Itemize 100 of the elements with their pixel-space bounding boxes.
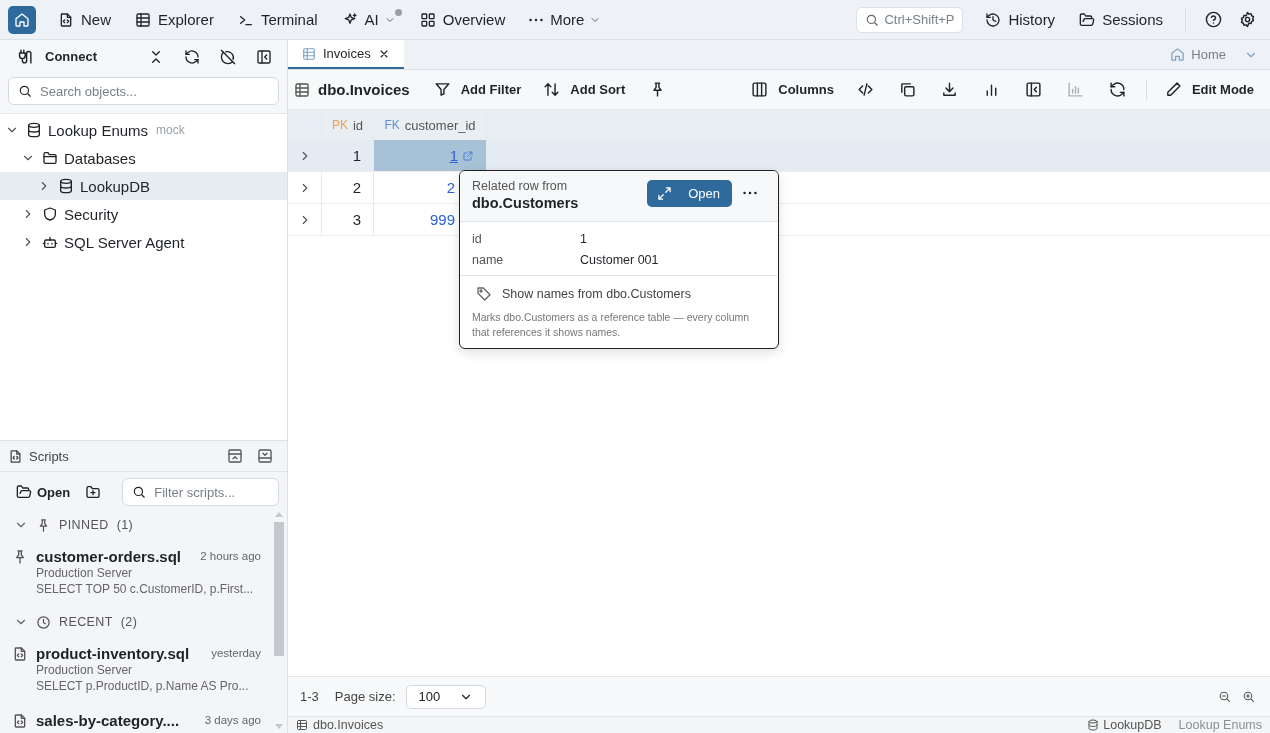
- table-title: dbo.Invoices: [318, 81, 410, 98]
- settings-icon: [1238, 11, 1256, 28]
- file-code-icon: [12, 646, 28, 662]
- search-box[interactable]: Search objects...: [8, 77, 279, 105]
- database-icon: [1087, 719, 1100, 731]
- folder-icon: [1079, 11, 1096, 28]
- side-panel-icon: [1025, 81, 1043, 98]
- workspace-menu[interactable]: Home: [1158, 40, 1270, 69]
- tree-item[interactable]: Lookup Enums mock: [0, 116, 287, 144]
- tree-item[interactable]: Security: [0, 200, 287, 228]
- script-name: sales-by-category....: [36, 712, 181, 729]
- status-table: dbo.Invoices: [313, 718, 384, 732]
- table-cell: 3: [322, 204, 374, 235]
- refresh-icon: [1109, 81, 1127, 98]
- toolbar-button[interactable]: Add Filter: [425, 74, 530, 105]
- database-icon: [26, 122, 42, 138]
- copy-icon: [899, 81, 917, 98]
- tree-label: Lookup Enums: [48, 121, 149, 139]
- show-names-button[interactable]: Show names from dbo.Customers: [476, 285, 691, 303]
- nav-button[interactable]: More: [519, 5, 612, 34]
- filter-icon: [433, 81, 451, 98]
- zoom-in-icon: [1241, 690, 1255, 703]
- tree-label: LookupDB: [80, 177, 151, 195]
- folder-plus-icon: [85, 484, 102, 500]
- robot-icon: [42, 234, 58, 250]
- download-icon: [941, 81, 959, 98]
- nav-button[interactable]: History: [975, 5, 1066, 34]
- table-icon: [302, 46, 316, 61]
- side-panel-icon: [256, 48, 272, 65]
- nav-button[interactable]: Overview: [409, 5, 516, 34]
- script-name: product-inventory.sql: [36, 645, 191, 662]
- shield-icon: [42, 206, 58, 222]
- popover-caption: Related row from: [472, 179, 569, 193]
- search-icon: [865, 12, 880, 27]
- code-icon: [857, 81, 875, 98]
- nav-button[interactable]: AI: [331, 5, 406, 34]
- edit-mode-button[interactable]: Edit Mode: [1156, 74, 1262, 105]
- database-icon: [58, 178, 74, 194]
- nav-button[interactable]: New: [48, 5, 121, 34]
- help-icon: [1204, 11, 1222, 28]
- command-search-field[interactable]: Ctrl+Shift+P: [884, 12, 955, 27]
- foreign-key-link[interactable]: 2: [446, 179, 455, 196]
- field-value: Customer 001: [580, 253, 660, 267]
- tree-label: Security: [64, 205, 119, 223]
- toolbar-button[interactable]: Add Sort: [535, 74, 634, 105]
- disconnect-icon: [220, 48, 236, 65]
- script-item[interactable]: product-inventory.sql yesterday Production Server SELECT p.ProductID, p.Name AS Pro...: [0, 637, 265, 704]
- folder-icon: [16, 484, 32, 500]
- filter-field[interactable]: Filter scripts...: [154, 484, 269, 500]
- page-size-select[interactable]: 100: [405, 684, 486, 709]
- table-row[interactable]: 1 1: [288, 140, 1270, 172]
- open-button[interactable]: Open: [16, 479, 71, 505]
- nav-button[interactable]: Sessions: [1069, 5, 1173, 34]
- panel-icon: [257, 448, 273, 464]
- group-count: (2): [120, 615, 138, 629]
- notification-dot: [394, 9, 402, 16]
- script-time: 3 days ago: [204, 713, 261, 728]
- script-query: SELECT TOP 50 c.CustomerID, p.First...: [36, 581, 255, 597]
- history-icon: [985, 11, 1002, 28]
- file-code-icon: [12, 713, 28, 729]
- tree-item[interactable]: Databases: [0, 144, 287, 172]
- script-query: SELECT p.ProductID, p.Name AS Pro...: [36, 678, 250, 694]
- search-icon: [132, 485, 147, 499]
- script-item[interactable]: sales-by-category.... 3 days ago: [0, 704, 265, 733]
- dots-icon: [743, 190, 757, 195]
- nav-button[interactable]: Terminal: [227, 5, 328, 34]
- tab[interactable]: Invoices: [288, 40, 404, 69]
- command-search-box[interactable]: Ctrl+Shift+P: [856, 6, 964, 33]
- open-button[interactable]: Open: [647, 180, 732, 207]
- nav-button[interactable]: Explorer: [125, 5, 224, 34]
- script-server: Production Server: [36, 565, 134, 581]
- tree-item[interactable]: LookupDB: [0, 172, 287, 200]
- tree-item[interactable]: SQL Server Agent: [0, 228, 287, 256]
- home-icon: [1170, 47, 1186, 62]
- panel-icon: [227, 448, 243, 464]
- script-name: customer-orders.sql: [36, 548, 183, 565]
- sort-icon: [543, 81, 561, 98]
- table-icon: [294, 81, 310, 98]
- home-button[interactable]: [8, 5, 36, 34]
- tree-tag-label: mock: [156, 123, 185, 137]
- plug-icon: [16, 48, 33, 65]
- panel-title: Scripts: [29, 448, 70, 464]
- popover-note: Marks dbo.Customers as a reference table — every column that references it shows names.: [472, 310, 751, 340]
- toolbar-button[interactable]: Columns: [743, 74, 842, 105]
- panel-title: Connect: [45, 49, 98, 64]
- dots-icon: [529, 17, 544, 22]
- expand-icon: [657, 186, 673, 201]
- home-icon: [14, 11, 30, 28]
- group-count: (1): [116, 518, 134, 532]
- script-item[interactable]: customer-orders.sql 2 hours ago Production Server SELECT TOP 50 c.CustomerID, p.First...: [0, 540, 265, 607]
- pencil-icon: [1164, 81, 1182, 98]
- group-label: PINNED: [59, 518, 109, 532]
- tag-icon: [476, 286, 492, 302]
- file-code-icon: [58, 11, 74, 28]
- foreign-key-link[interactable]: 999: [429, 211, 455, 228]
- filter-box[interactable]: Filter scripts...: [122, 478, 279, 506]
- chart-icon: [1067, 81, 1085, 98]
- script-server: Production Server: [36, 662, 134, 678]
- column-name: customer_id: [404, 117, 476, 133]
- search-icon: [18, 84, 32, 98]
